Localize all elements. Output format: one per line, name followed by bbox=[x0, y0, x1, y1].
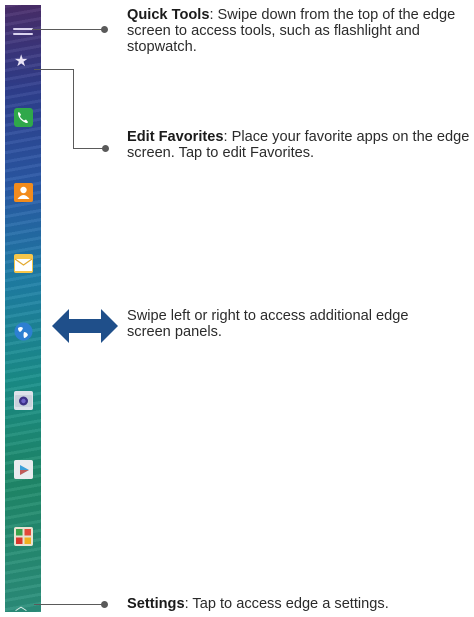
settings-callout: Settings: Tap to access edge a settings. bbox=[127, 596, 472, 612]
edit-favorites-callout-line-h1 bbox=[34, 69, 74, 70]
edit-favorites-callout-line-h2 bbox=[73, 148, 105, 149]
quick-tools-title: Quick Tools bbox=[127, 7, 210, 23]
chevron-up-icon[interactable]: ︿ bbox=[15, 600, 27, 612]
double-arrow-icon bbox=[52, 309, 118, 343]
quick-tools-handle-icon[interactable] bbox=[13, 28, 33, 30]
quick-tools-handle-icon-bar bbox=[13, 33, 33, 35]
email-icon[interactable] bbox=[14, 254, 33, 273]
folder-icon[interactable] bbox=[14, 527, 33, 546]
play-store-icon[interactable] bbox=[14, 460, 33, 479]
phone-icon[interactable] bbox=[14, 108, 33, 127]
edit-favorites-callout: Edit Favorites: Place your favorite apps… bbox=[127, 129, 472, 161]
edit-favorites-title: Edit Favorites bbox=[127, 129, 224, 145]
star-icon[interactable]: ★ bbox=[14, 54, 28, 70]
settings-callout-line bbox=[34, 604, 104, 605]
quick-tools-callout-line bbox=[32, 29, 104, 30]
contacts-icon[interactable] bbox=[14, 183, 33, 202]
internet-icon[interactable] bbox=[14, 322, 33, 341]
settings-title: Settings bbox=[127, 596, 185, 612]
settings-callout-dot bbox=[101, 601, 108, 608]
swipe-callout: Swipe left or right to access additional… bbox=[127, 308, 427, 340]
edit-favorites-callout-dot bbox=[102, 145, 109, 152]
edge-screen-panel[interactable]: ★ ︿ bbox=[5, 5, 41, 612]
quick-tools-callout-dot bbox=[101, 26, 108, 33]
swipe-description: Swipe left or right to access additional… bbox=[127, 308, 409, 340]
quick-tools-callout: Quick Tools: Swipe down from the top of … bbox=[127, 7, 467, 55]
settings-description: : Tap to access edge a settings. bbox=[184, 596, 389, 612]
camera-icon[interactable] bbox=[14, 391, 33, 410]
edit-favorites-callout-line-v bbox=[73, 69, 74, 148]
